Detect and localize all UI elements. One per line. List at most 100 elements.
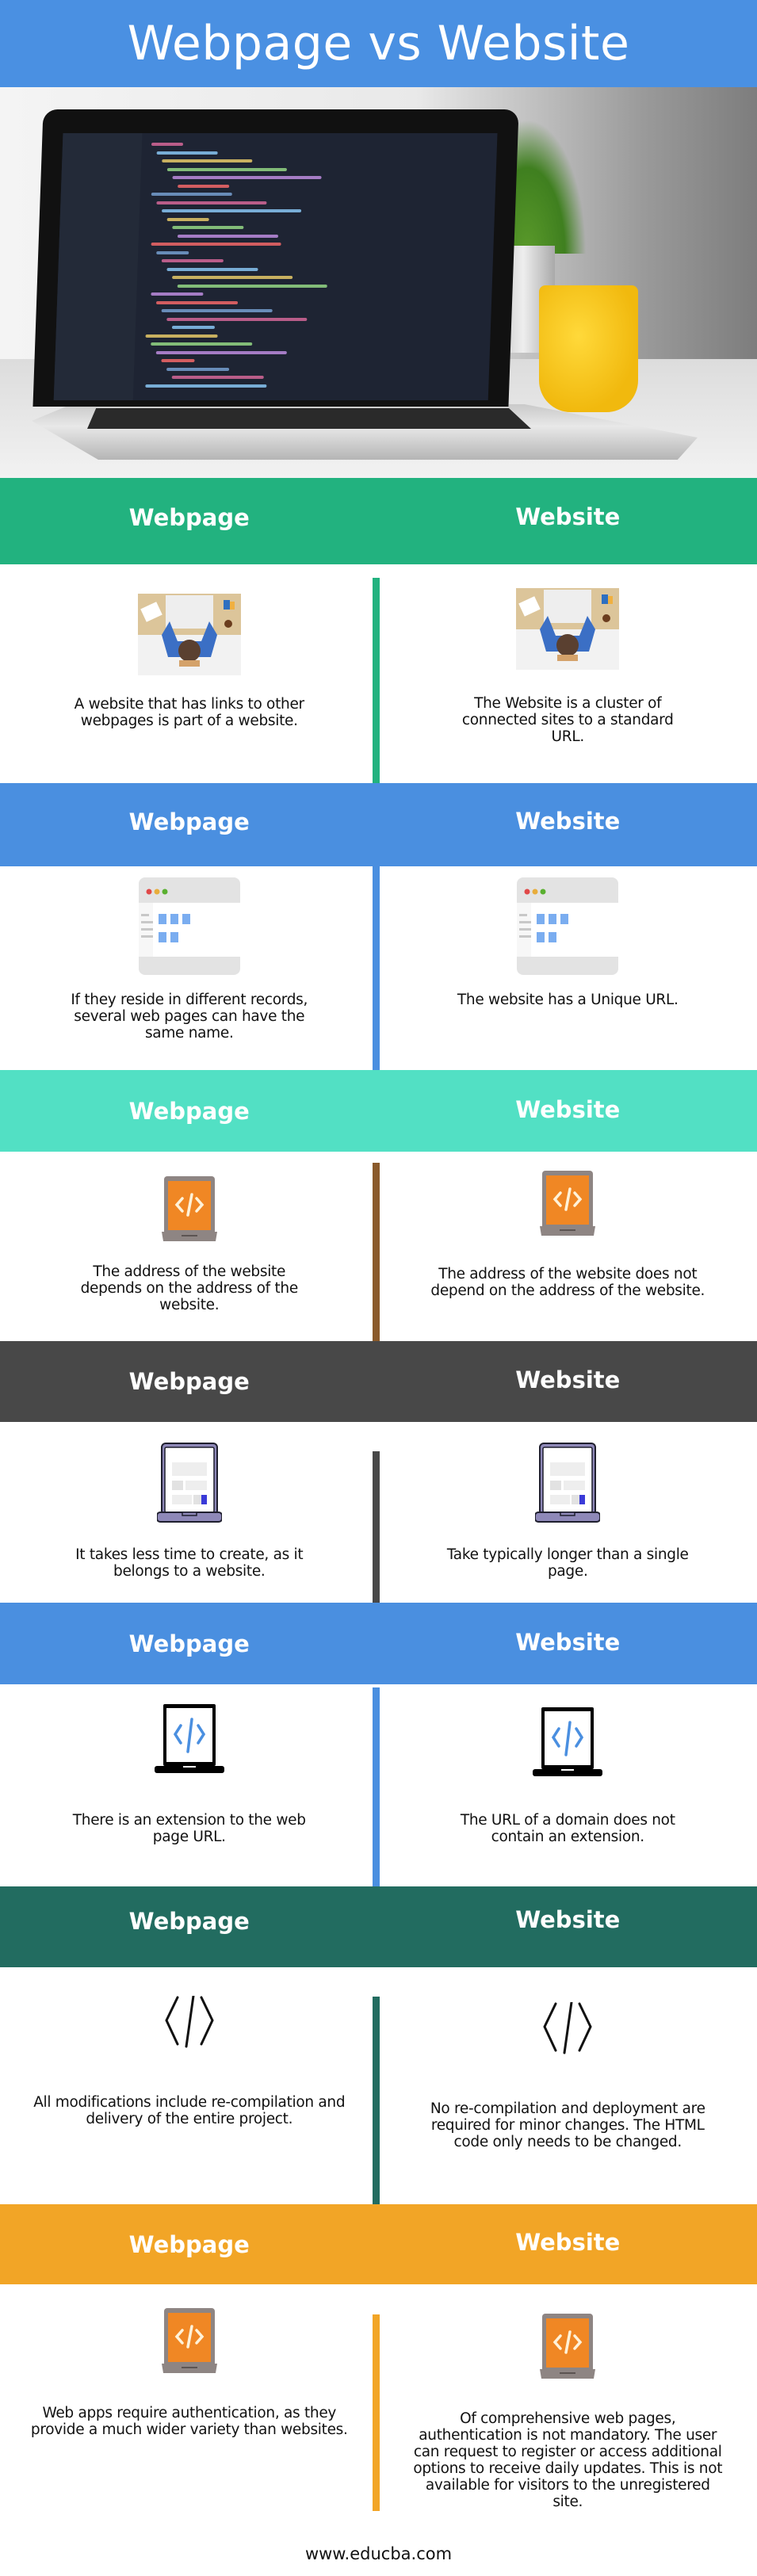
code-line — [166, 167, 287, 171]
code-line — [151, 342, 253, 346]
column-divider — [373, 1687, 380, 1886]
code-line — [155, 300, 239, 304]
purple-laptop-icon — [535, 1443, 601, 1523]
website-heading: Website — [515, 807, 621, 835]
code-line — [155, 350, 287, 354]
code-line — [166, 217, 209, 221]
section-header: Webpage Website — [0, 1886, 757, 1967]
website-description: Take typically longer than a single page… — [446, 1546, 689, 1580]
code-line — [145, 384, 267, 388]
comparison-section-3: Webpage Website The address of the websi… — [0, 1070, 757, 1341]
webpage-description: A website that has links to other webpag… — [74, 696, 305, 729]
column-divider — [373, 1163, 380, 1341]
webpage-heading: Webpage — [128, 808, 250, 835]
website-description: The Website is a cluster of connected si… — [461, 695, 674, 745]
website-description: The website has a Unique URL. — [457, 992, 679, 1008]
website-description: Of comprehensive web pages, authenticati… — [413, 2410, 723, 2510]
column-divider — [373, 2314, 380, 2511]
yellow-vase-image — [539, 285, 638, 412]
orange-laptop-code-icon — [540, 2314, 596, 2379]
code-brackets-icon — [543, 2002, 592, 2054]
website-heading: Website — [515, 1366, 621, 1393]
code-line — [162, 209, 302, 212]
section-header: Webpage Website — [0, 2204, 757, 2284]
hero-photo — [0, 87, 757, 478]
webpage-heading: Webpage — [128, 1097, 250, 1125]
code-line — [178, 184, 230, 188]
section-header: Webpage Website — [0, 1603, 757, 1684]
code-line — [161, 309, 273, 312]
website-heading: Website — [515, 2228, 621, 2256]
webpage-description: There is an extension to the web page UR… — [72, 1812, 306, 1845]
comparison-section-7: Webpage Website Web apps require authent… — [0, 2204, 757, 2513]
website-heading: Website — [515, 503, 621, 530]
website-heading: Website — [515, 1906, 621, 1933]
orange-laptop-code-icon — [161, 1176, 217, 1241]
comparison-section-5: Webpage Website There is an extension to… — [0, 1603, 757, 1886]
footer-url[interactable]: www.educba.com — [305, 2544, 452, 2563]
website-description: The address of the website does not depe… — [430, 1266, 705, 1299]
column-divider — [373, 866, 380, 1070]
column-divider — [373, 1451, 380, 1603]
code-line — [171, 326, 216, 329]
person-at-desk-icon — [516, 588, 620, 670]
title-banner: Webpage vs Website — [0, 0, 757, 87]
section-body: All modifications include re-compilation… — [0, 1967, 757, 2204]
code-brackets-icon — [165, 1996, 214, 2048]
webpage-heading: Webpage — [128, 503, 250, 531]
website-description: No re-compilation and deployment are req… — [430, 2100, 705, 2150]
section-body: It takes less time to create, as it belo… — [0, 1422, 757, 1603]
code-line — [172, 276, 293, 279]
code-line — [166, 367, 230, 371]
orange-laptop-code-icon — [540, 1171, 596, 1236]
column-divider — [373, 1997, 380, 2204]
code-line — [171, 376, 264, 379]
comparison-section-6: Webpage Website All modifications includ… — [0, 1886, 757, 2204]
code-line — [151, 143, 184, 146]
code-line — [151, 193, 232, 196]
section-body: A website that has links to other webpag… — [0, 564, 757, 783]
comparison-section-2: Webpage Website If they reside in differ… — [0, 783, 757, 1070]
section-body: Web apps require authentication, as they… — [0, 2284, 757, 2513]
code-line — [156, 151, 218, 155]
orange-laptop-code-icon — [161, 2308, 217, 2373]
footer: www.educba.com — [0, 2513, 757, 2563]
black-laptop-code-icon — [154, 1704, 224, 1773]
section-body: There is an extension to the web page UR… — [0, 1684, 757, 1886]
code-line — [156, 250, 189, 254]
code-editor-image — [53, 133, 498, 400]
section-body: The address of the website depends on th… — [0, 1152, 757, 1341]
code-line — [145, 334, 218, 338]
browser-window-icon — [517, 877, 619, 975]
webpage-heading: Webpage — [128, 1630, 250, 1657]
webpage-description: It takes less time to create, as it belo… — [75, 1546, 304, 1580]
code-line — [177, 234, 279, 238]
person-at-desk-icon — [137, 594, 241, 675]
code-line — [156, 201, 267, 204]
website-heading: Website — [515, 1628, 621, 1656]
code-line — [162, 159, 253, 162]
column-divider — [373, 578, 380, 783]
webpage-heading: Webpage — [128, 2230, 250, 2258]
code-line — [166, 267, 258, 271]
section-header: Webpage Website — [0, 1341, 757, 1422]
comparison-section-1: Webpage Website A website that has links… — [0, 478, 757, 783]
webpage-description: The address of the website depends on th… — [80, 1263, 299, 1313]
code-line — [161, 359, 195, 362]
website-description: The URL of a domain does not contain an … — [460, 1812, 675, 1845]
code-line — [151, 243, 281, 246]
laptop-keyboard-image — [87, 408, 531, 429]
code-line — [172, 176, 322, 179]
laptop-screen-image — [32, 109, 519, 407]
code-line — [177, 284, 327, 288]
website-heading: Website — [515, 1095, 621, 1123]
comparison-section-4: Webpage Website It takes less time to cr… — [0, 1341, 757, 1603]
code-line — [161, 259, 224, 262]
section-body: If they reside in different records, sev… — [0, 866, 757, 1070]
webpage-heading: Webpage — [128, 1908, 250, 1935]
code-line — [166, 317, 308, 321]
editor-sidebar — [53, 133, 143, 400]
black-laptop-code-icon — [533, 1707, 603, 1776]
purple-laptop-icon — [156, 1443, 222, 1523]
webpage-description: If they reside in different records, sev… — [71, 992, 308, 1041]
